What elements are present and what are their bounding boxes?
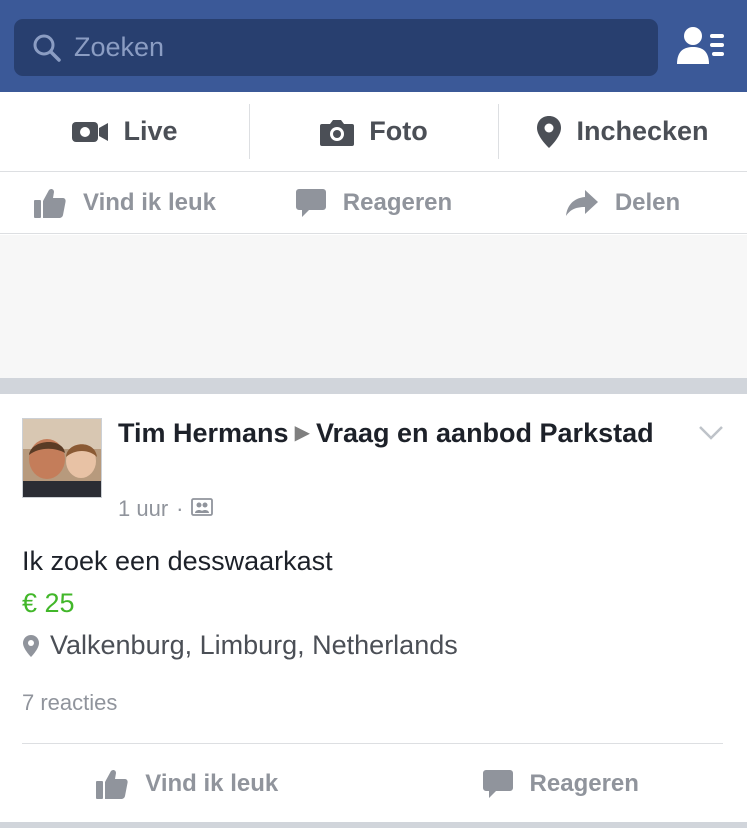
post-meta: 1 uur · xyxy=(118,496,214,522)
arrow-right-icon: ▶ xyxy=(294,422,310,444)
share-button[interactable]: Delen xyxy=(498,172,747,233)
comment-button[interactable]: Reageren xyxy=(249,172,498,233)
previous-post-actions: Vind ik leuk Reageren Delen xyxy=(0,172,747,234)
comment-icon xyxy=(482,770,513,798)
checkin-button[interactable]: Inchecken xyxy=(498,92,747,171)
feed-separator-bottom xyxy=(0,822,747,828)
search-bar[interactable]: Zoeken xyxy=(14,19,658,76)
search-icon xyxy=(32,33,62,63)
photo-label: Foto xyxy=(369,116,428,146)
post-price: € 25 xyxy=(22,588,75,618)
post-like-label: Vind ik leuk xyxy=(145,770,279,797)
comment-icon xyxy=(295,188,326,217)
comment-label: Reageren xyxy=(342,188,453,216)
group-name[interactable]: Vraag en aanbod Parkstad xyxy=(316,418,654,448)
divider xyxy=(22,743,723,744)
camera-icon xyxy=(320,119,355,146)
checkin-label: Inchecken xyxy=(576,116,709,146)
share-label: Delen xyxy=(614,188,681,216)
avatar[interactable] xyxy=(22,418,102,498)
group-audience-icon xyxy=(191,496,214,522)
thumbs-up-icon xyxy=(34,188,66,218)
chevron-down-icon[interactable] xyxy=(698,424,724,442)
photo-button[interactable]: Foto xyxy=(249,92,498,171)
post-like-button[interactable]: Vind ik leuk xyxy=(0,749,374,819)
location-text: Valkenburg, Limburg, Netherlands xyxy=(50,630,458,660)
live-button[interactable]: Live xyxy=(0,92,249,171)
post-actions: Vind ik leuk Reageren xyxy=(0,749,747,819)
post-title: Ik zoek een desswaarkast xyxy=(22,546,333,576)
post-time[interactable]: 1 uur xyxy=(118,496,168,522)
thumbs-up-icon xyxy=(96,769,128,799)
post-comment-button[interactable]: Reageren xyxy=(374,749,747,819)
location-pin-icon xyxy=(23,634,39,657)
composer-bar: Live Foto Inchecken xyxy=(0,92,747,172)
post-comment-label: Reageren xyxy=(529,770,639,797)
feed-separator xyxy=(0,378,747,394)
live-label: Live xyxy=(123,116,178,146)
search-placeholder: Zoeken xyxy=(74,32,165,62)
like-label: Vind ik leuk xyxy=(83,188,216,216)
video-icon xyxy=(72,121,109,142)
top-bar: Zoeken xyxy=(0,0,747,92)
share-arrow-icon xyxy=(565,189,598,216)
comment-count[interactable]: 7 reacties xyxy=(22,690,117,716)
post-location: Valkenburg, Limburg, Netherlands xyxy=(22,630,458,661)
meta-separator: · xyxy=(176,496,184,521)
author-name[interactable]: Tim Hermans xyxy=(118,418,289,448)
friend-requests-icon[interactable] xyxy=(676,24,726,70)
like-button[interactable]: Vind ik leuk xyxy=(0,172,249,233)
location-pin-icon xyxy=(537,115,562,148)
post-header: Tim Hermans ▶ Vraag en aanbod Parkstad xyxy=(118,416,678,454)
previous-post-area xyxy=(0,235,747,378)
feed-post: Tim Hermans ▶ Vraag en aanbod Parkstad 1 u… xyxy=(0,394,747,828)
